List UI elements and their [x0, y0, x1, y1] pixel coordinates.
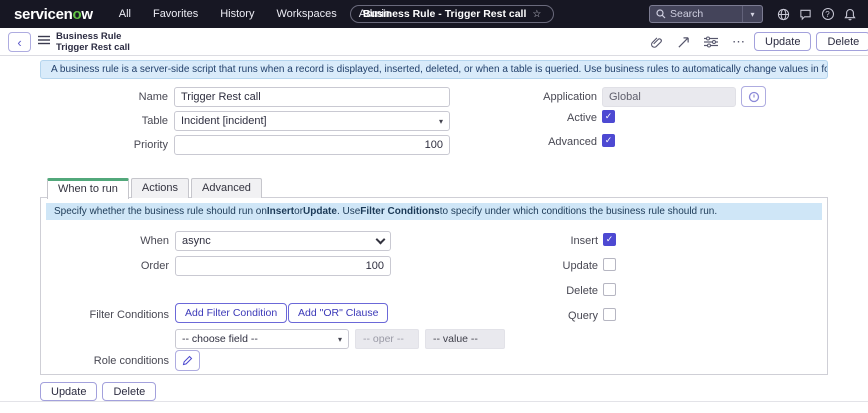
record-pill[interactable]: Business Rule - Trigger Rest call ☆ [350, 5, 554, 23]
order-label: Order [81, 260, 169, 272]
delete-button[interactable]: Delete [816, 32, 868, 51]
tab-info-bar: Specify whether the business rule should… [46, 203, 822, 220]
favorite-star-icon[interactable]: ☆ [532, 9, 541, 20]
globe-icon[interactable] [776, 7, 791, 22]
search-scope-dropdown[interactable]: ▾ [742, 6, 762, 22]
record-pill-label: Business Rule - Trigger Rest call [363, 8, 526, 20]
footer-buttons: Update Delete [40, 382, 156, 401]
order-input[interactable]: 100 [175, 256, 391, 276]
table-select[interactable]: Incident [incident] ▾ [174, 111, 450, 131]
when-to-run-panel: Specify whether the business rule should… [40, 197, 828, 375]
nav-item-history[interactable]: History [220, 8, 254, 20]
active-label: Active [480, 112, 597, 124]
context-menu-icon[interactable] [38, 35, 50, 45]
info-banner: A business rule is a server-side script … [40, 60, 828, 79]
table-select-value: Incident [incident] [181, 115, 267, 127]
when-select[interactable]: async [175, 231, 391, 251]
tab-when-to-run[interactable]: When to run [47, 178, 129, 199]
application-picker-button[interactable] [741, 86, 766, 107]
advanced-checkbox[interactable] [602, 134, 615, 147]
record-header: ‹ Business Rule Trigger Rest call ⋯ Upda… [0, 28, 868, 56]
advanced-label: Advanced [480, 136, 597, 148]
add-filter-condition-button[interactable]: Add Filter Condition [175, 303, 287, 323]
choose-field-caret-icon: ▾ [338, 335, 342, 344]
update-button[interactable]: Update [754, 32, 811, 51]
application-label: Application [480, 91, 597, 103]
active-checkbox[interactable] [602, 110, 615, 123]
header-icon-cluster: ⋯ [650, 34, 746, 50]
query-label: Query [498, 310, 598, 322]
when-label: When [81, 235, 169, 247]
back-button[interactable]: ‹ [8, 32, 31, 52]
update-checkbox[interactable] [603, 258, 616, 271]
tab-advanced[interactable]: Advanced [191, 178, 262, 198]
tab-strip: When to run Actions Advanced [47, 178, 262, 198]
update-label: Update [498, 260, 598, 272]
activity-stream-icon[interactable] [677, 36, 690, 49]
nav-icon-cluster: ? [776, 0, 857, 28]
bottom-divider [0, 401, 868, 402]
name-input[interactable]: Trigger Rest call [174, 87, 450, 107]
record-title: Business Rule Trigger Rest call [56, 31, 130, 54]
name-label: Name [60, 91, 168, 103]
operator-select: -- oper -- [355, 329, 419, 349]
nav-item-workspaces[interactable]: Workspaces [276, 8, 336, 20]
when-caret-icon [376, 234, 386, 244]
nav-item-favorites[interactable]: Favorites [153, 8, 198, 20]
circle-icon [748, 91, 760, 103]
footer-update-button[interactable]: Update [40, 382, 97, 401]
application-field: Global [602, 87, 736, 107]
tab-actions[interactable]: Actions [131, 178, 189, 198]
priority-input[interactable]: 100 [174, 135, 450, 155]
search-icon [656, 9, 666, 19]
choose-field-value: -- choose field -- [182, 333, 258, 345]
add-or-clause-button[interactable]: Add "OR" Clause [288, 303, 388, 323]
delete-label: Delete [498, 285, 598, 297]
record-name-label: Trigger Rest call [56, 42, 130, 53]
more-options-icon[interactable]: ⋯ [732, 34, 746, 50]
edit-role-conditions-button[interactable] [175, 350, 200, 371]
search-placeholder: Search [670, 8, 742, 20]
info-banner-text: A business rule is a server-side script … [51, 64, 828, 75]
delete-checkbox[interactable] [603, 283, 616, 296]
query-checkbox[interactable] [603, 308, 616, 321]
attachment-paperclip-icon[interactable] [650, 36, 663, 49]
top-nav: servicenow All Favorites History Workspa… [0, 0, 868, 28]
table-label: Table [60, 115, 168, 127]
insert-label: Insert [498, 235, 598, 247]
nav-item-all[interactable]: All [119, 8, 131, 20]
when-select-value: async [182, 235, 211, 247]
chat-icon[interactable] [798, 7, 813, 22]
priority-label: Priority [60, 139, 168, 151]
table-caret-icon: ▾ [439, 117, 443, 126]
personalize-form-icon[interactable] [704, 36, 718, 48]
record-type-label: Business Rule [56, 31, 130, 42]
choose-field-select[interactable]: -- choose field -- ▾ [175, 329, 349, 349]
help-icon[interactable]: ? [820, 7, 835, 22]
value-field: -- value -- [425, 329, 505, 349]
filter-conditions-label: Filter Conditions [61, 309, 169, 321]
notifications-bell-icon[interactable] [842, 7, 857, 22]
servicenow-logo[interactable]: servicenow [14, 6, 93, 23]
footer-delete-button[interactable]: Delete [102, 382, 156, 401]
pencil-icon [182, 355, 193, 366]
role-conditions-label: Role conditions [61, 355, 169, 367]
header-buttons: Update Delete [754, 32, 868, 51]
insert-checkbox[interactable] [603, 233, 616, 246]
global-search[interactable]: Search ▾ [649, 5, 763, 23]
